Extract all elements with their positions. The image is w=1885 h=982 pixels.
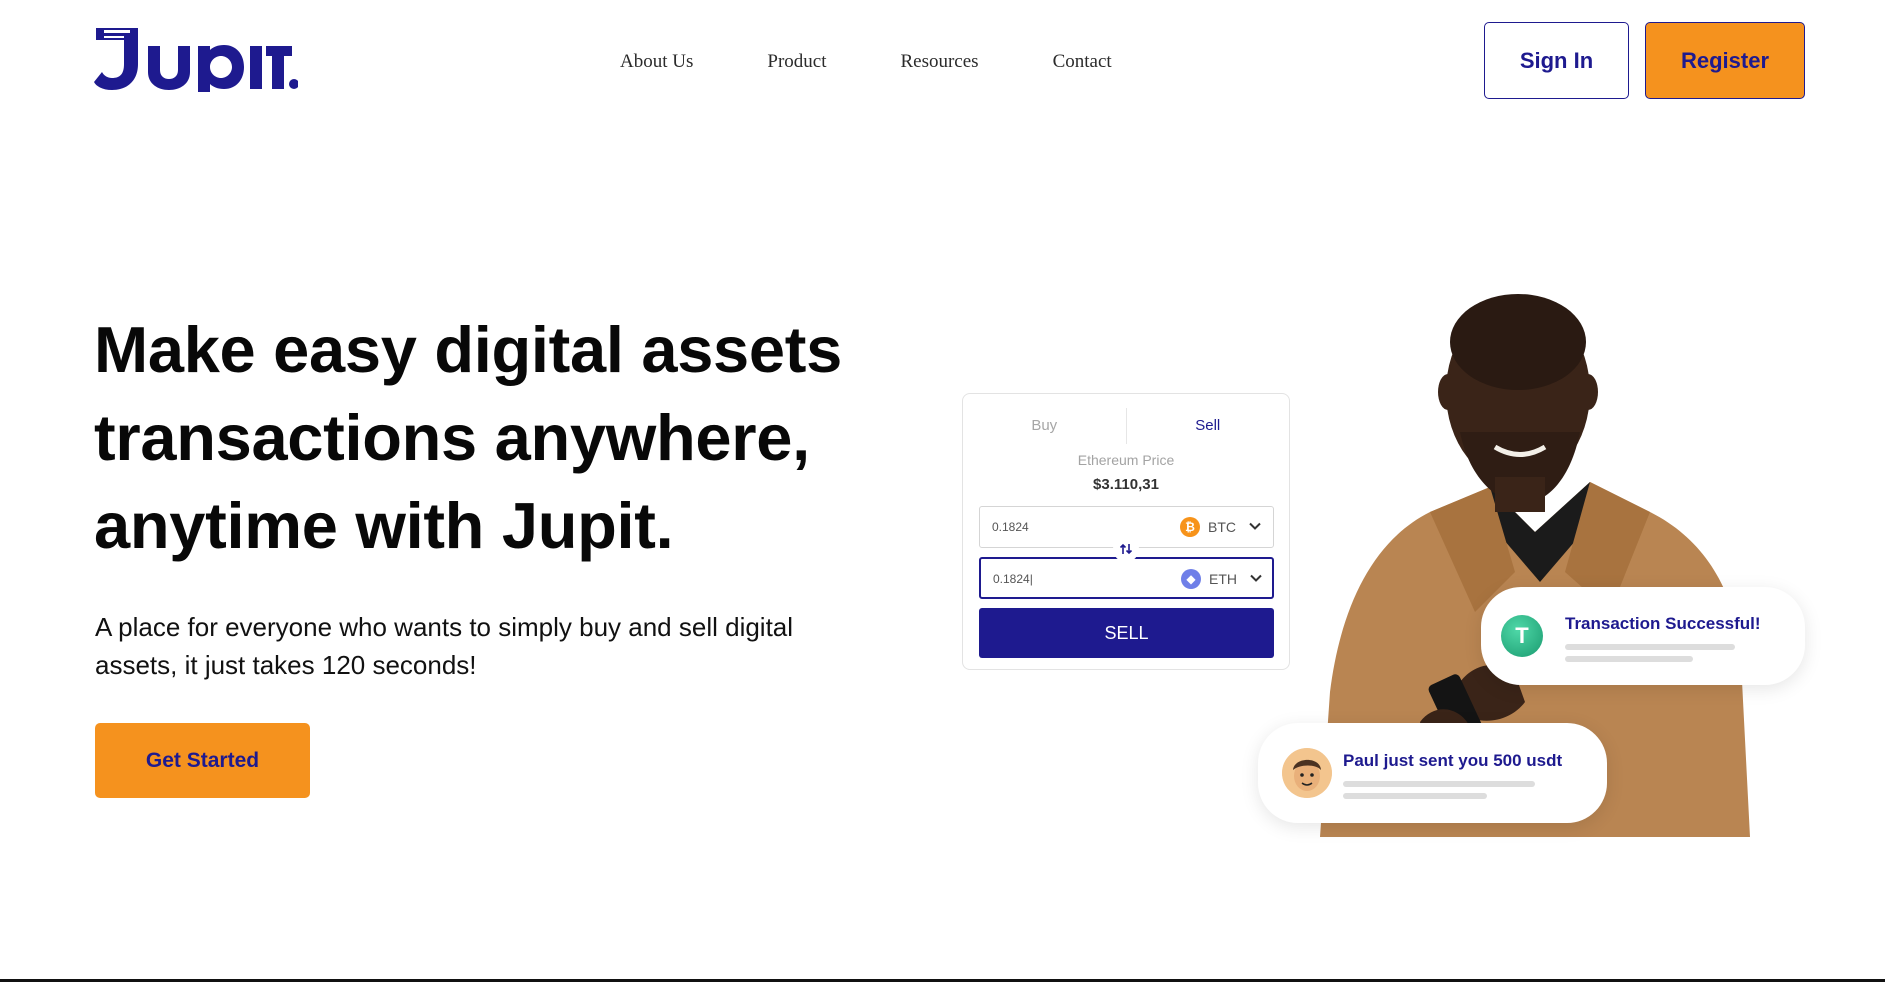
from-amount-value: 0.1824	[992, 520, 1029, 534]
payment-received-notification: Paul just sent you 500 usdt	[1258, 723, 1607, 823]
hero-title-line-2: transactions anywhere,	[94, 401, 810, 474]
nav-product[interactable]: Product	[767, 48, 826, 76]
tether-icon: T	[1501, 615, 1543, 657]
get-started-button[interactable]: Get Started	[95, 723, 310, 798]
bitcoin-icon: ₿	[1180, 517, 1200, 537]
tab-buy[interactable]: Buy	[963, 408, 1127, 444]
to-currency-code: ETH	[1209, 571, 1237, 587]
hero-title-line-1: Make easy digital assets	[94, 313, 842, 386]
placeholder-line	[1565, 644, 1735, 650]
jupit-logo[interactable]	[94, 26, 299, 92]
nav-resources[interactable]: Resources	[900, 48, 978, 76]
transaction-success-notification: T Transaction Successful!	[1481, 587, 1805, 685]
chevron-down-icon[interactable]	[1248, 519, 1262, 533]
price-value: $3.110,31	[1093, 476, 1159, 493]
to-amount-value: 0.1824|	[993, 572, 1033, 586]
to-amount-field[interactable]: 0.1824| ◆ ETH	[979, 557, 1274, 599]
nav-contact[interactable]: Contact	[1053, 48, 1112, 76]
price-label: Ethereum Price	[1077, 452, 1175, 468]
trade-widget: Buy Sell Ethereum Price $3.110,31 0.1824…	[962, 393, 1290, 670]
sign-in-button[interactable]: Sign In	[1484, 22, 1629, 99]
hero-subtitle: A place for everyone who wants to simply…	[95, 608, 895, 684]
hero-title-line-3: anytime with Jupit.	[94, 489, 674, 562]
chevron-down-icon[interactable]	[1249, 571, 1263, 585]
notification-text: Paul just sent you 500 usdt	[1343, 751, 1563, 770]
trade-tabs: Buy Sell	[963, 408, 1289, 444]
placeholder-line	[1343, 781, 1535, 787]
from-currency-code: BTC	[1208, 519, 1236, 535]
hero-title: Make easy digital assets transactions an…	[94, 306, 924, 570]
notification-text: Transaction Successful!	[1565, 614, 1761, 633]
avatar	[1282, 748, 1332, 798]
logo-mark	[94, 28, 299, 92]
ethereum-icon: ◆	[1181, 569, 1201, 589]
hero-subtitle-line-2: assets, it just takes 120 seconds!	[95, 650, 477, 680]
sell-button[interactable]: SELL	[979, 608, 1274, 658]
register-button[interactable]: Register	[1645, 22, 1805, 99]
swap-arrows-icon[interactable]	[1113, 536, 1139, 562]
hero-subtitle-line-1: A place for everyone who wants to simply…	[95, 612, 794, 642]
nav-about-us[interactable]: About Us	[620, 48, 693, 76]
main-nav: About Us Product Resources Contact	[620, 48, 1112, 76]
tab-sell[interactable]: Sell	[1127, 408, 1290, 444]
placeholder-line	[1565, 656, 1693, 662]
placeholder-line	[1343, 793, 1487, 799]
